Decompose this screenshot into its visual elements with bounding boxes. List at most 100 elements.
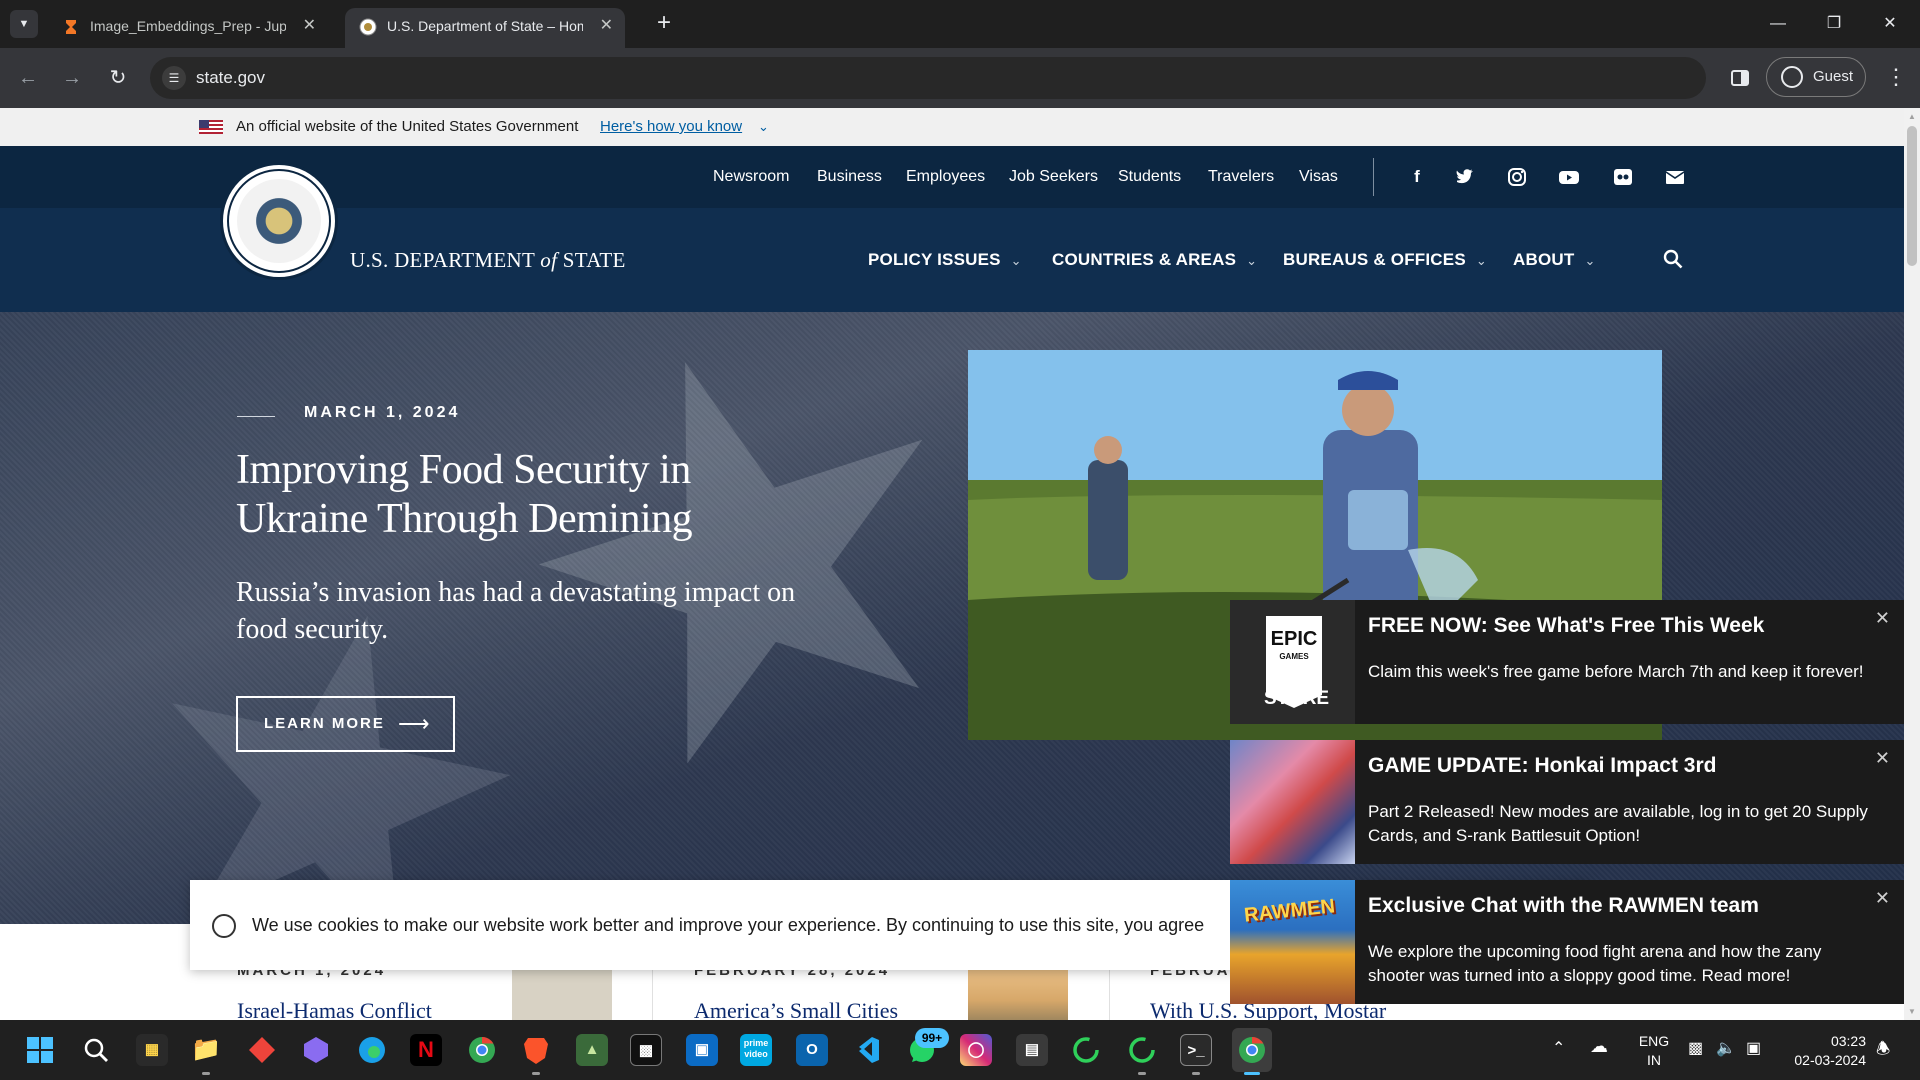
app-window-icon[interactable]: ▤: [1016, 1034, 1048, 1066]
instagram-icon[interactable]: [1506, 166, 1528, 188]
reload-button[interactable]: ↻: [104, 64, 132, 92]
copilot-icon[interactable]: [300, 1034, 332, 1066]
brave-icon[interactable]: [520, 1034, 552, 1066]
close-icon[interactable]: ✕: [1875, 608, 1890, 629]
notification-honkai[interactable]: GAME UPDATE: Honkai Impact 3rd Part 2 Re…: [1230, 740, 1904, 864]
back-button[interactable]: ←: [14, 64, 42, 92]
whatsapp-badge: 99+: [915, 1028, 949, 1048]
outlook-icon[interactable]: O: [796, 1034, 828, 1066]
hourglass-icon: [66, 20, 76, 34]
scroll-down-icon[interactable]: ▼: [1908, 1007, 1916, 1016]
tab-jupyter[interactable]: Image_Embeddings_Prep - Jupyter ✕: [48, 8, 328, 48]
nav-divider: [1373, 158, 1374, 196]
scroll-up-icon[interactable]: ▲: [1908, 112, 1916, 121]
tab-title: Image_Embeddings_Prep - Jupyter: [90, 18, 286, 34]
vscode-icon[interactable]: [850, 1034, 882, 1066]
nav-about[interactable]: ABOUT ⌄: [1513, 208, 1596, 313]
system-clock[interactable]: 03:23 02-03-2024: [1786, 1032, 1866, 1070]
profile-button[interactable]: Guest: [1766, 57, 1866, 97]
notification-epic-games[interactable]: EPIC GAMES STORE FREE NOW: See What's Fr…: [1230, 600, 1904, 724]
edge-icon[interactable]: [356, 1034, 388, 1066]
scroll-thumb[interactable]: [1907, 126, 1917, 266]
chevron-up-icon[interactable]: ⌃: [1552, 1038, 1565, 1058]
nav-countries-areas[interactable]: COUNTRIES & AREAS ⌄: [1052, 208, 1257, 313]
instagram-icon[interactable]: ◯: [960, 1034, 992, 1066]
close-icon[interactable]: ✕: [1875, 888, 1890, 909]
email-icon[interactable]: [1664, 166, 1686, 188]
hero-subtitle: Russia’s invasion has had a devastating …: [236, 577, 796, 645]
photos-icon[interactable]: ▲: [576, 1034, 608, 1066]
minimize-button[interactable]: —: [1754, 6, 1802, 42]
terminal-icon[interactable]: ▩: [630, 1034, 662, 1066]
kebab-menu-icon[interactable]: ⋮: [1882, 64, 1910, 92]
mute-icon[interactable]: 🔈: [1716, 1038, 1736, 1058]
youtube-icon[interactable]: [1558, 166, 1580, 188]
tab-state-gov[interactable]: U.S. Department of State – Home ✕: [345, 8, 625, 48]
restore-button[interactable]: ❐: [1810, 6, 1858, 42]
forward-button[interactable]: →: [58, 64, 86, 92]
brand-of: of: [540, 248, 558, 272]
chrome-icon[interactable]: [1236, 1034, 1268, 1066]
onedrive-icon[interactable]: ☁: [1590, 1036, 1608, 1057]
search-icon[interactable]: [1662, 248, 1684, 270]
windows-start-icon[interactable]: [24, 1034, 56, 1066]
file-explorer-icon[interactable]: 📁: [190, 1034, 222, 1066]
address-bar[interactable]: ☰ state.gov: [150, 57, 1706, 99]
close-icon[interactable]: ✕: [600, 8, 613, 44]
nav-policy-issues[interactable]: POLICY ISSUES ⌄: [868, 208, 1022, 313]
chrome-icon[interactable]: [466, 1034, 498, 1066]
heres-how-link[interactable]: Here's how you know: [600, 108, 742, 146]
nav-students[interactable]: Students: [1118, 146, 1181, 208]
language-indicator[interactable]: ENG IN: [1634, 1032, 1674, 1070]
learn-more-button[interactable]: LEARN MORE ⟶: [236, 696, 455, 752]
store-icon[interactable]: ▣: [686, 1034, 718, 1066]
tab-search-button[interactable]: ▼: [10, 10, 38, 38]
facebook-icon[interactable]: f: [1406, 166, 1428, 188]
notification-rawmen[interactable]: RAWMEN Exclusive Chat with the RAWMEN te…: [1230, 880, 1904, 1004]
close-icon[interactable]: ✕: [1875, 748, 1890, 769]
twitter-icon[interactable]: [1454, 166, 1476, 188]
new-tab-button[interactable]: +: [650, 10, 678, 38]
honkai-impact-art: [1230, 740, 1355, 864]
netflix-icon[interactable]: N: [410, 1034, 442, 1066]
hero-date: MARCH 1, 2024: [304, 404, 461, 421]
site-info-icon[interactable]: ☰: [162, 66, 186, 90]
refresh-app-icon[interactable]: [1126, 1034, 1158, 1066]
side-panel-icon[interactable]: [1726, 64, 1754, 92]
widgets-icon[interactable]: ▦: [136, 1034, 168, 1066]
close-icon[interactable]: ✕: [303, 8, 316, 44]
hero-title[interactable]: Improving Food Security in Ukraine Throu…: [236, 446, 796, 544]
nav-travelers[interactable]: Travelers: [1208, 146, 1274, 208]
chevron-down-icon: ⌄: [1010, 253, 1022, 268]
running-indicator: [532, 1072, 540, 1075]
search-icon[interactable]: [80, 1034, 112, 1066]
gov-banner-text: An official website of the United States…: [236, 118, 579, 135]
card-title[interactable]: Israel-Hamas Conflict: [237, 998, 432, 1020]
notification-bell-icon[interactable]: 🕭: [1876, 1038, 1890, 1065]
nav-job-seekers[interactable]: Job Seekers: [1009, 146, 1098, 208]
prime-video-icon[interactable]: prime video: [740, 1034, 772, 1066]
chevron-down-icon[interactable]: ⌄: [758, 108, 769, 146]
url-text[interactable]: state.gov: [196, 57, 265, 99]
nav-visas[interactable]: Visas: [1299, 146, 1338, 208]
command-prompt-icon[interactable]: >_: [1180, 1034, 1212, 1066]
network-icon[interactable]: ▩: [1688, 1038, 1703, 1058]
nav-newsroom[interactable]: Newsroom: [713, 146, 789, 208]
nav-label: BUREAUS & OFFICES: [1283, 250, 1466, 269]
windows-taskbar: ▦ 📁 N ▲ ▩ ▣ prime video O 99+ ◯ ▤ >_ ⌃ ☁…: [0, 1020, 1920, 1080]
page-scrollbar[interactable]: ▲ ▼: [1904, 108, 1920, 1020]
anydesk-icon[interactable]: [246, 1034, 278, 1066]
card-title[interactable]: America’s Small Cities: [694, 998, 898, 1020]
state-dept-seal[interactable]: [220, 162, 338, 280]
battery-icon[interactable]: ▣: [1746, 1038, 1761, 1058]
official-gov-banner: An official website of the United States…: [0, 108, 1904, 146]
nav-business[interactable]: Business: [817, 146, 882, 208]
flickr-icon[interactable]: [1612, 166, 1634, 188]
nav-bureaus-offices[interactable]: BUREAUS & OFFICES ⌄: [1283, 208, 1487, 313]
nav-employees[interactable]: Employees: [906, 146, 985, 208]
notification-title: Exclusive Chat with the RAWMEN team: [1368, 894, 1759, 917]
site-brand[interactable]: U.S. DEPARTMENT of STATE: [350, 208, 626, 312]
refresh-app-icon[interactable]: [1070, 1034, 1102, 1066]
seal-icon: [359, 18, 377, 36]
close-window-button[interactable]: ✕: [1866, 6, 1914, 42]
